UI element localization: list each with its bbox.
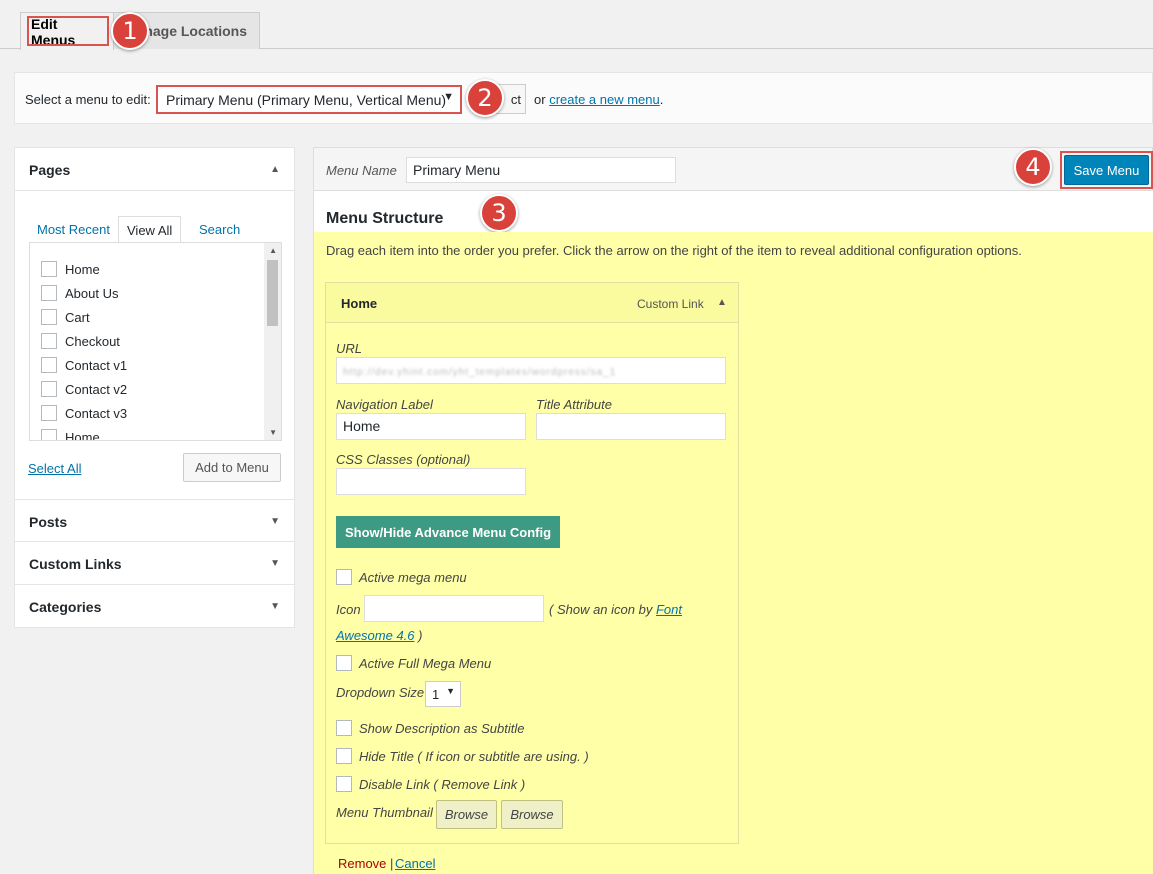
url-label: URL bbox=[336, 341, 363, 356]
browse-button-2[interactable]: Browse bbox=[501, 800, 563, 829]
font-awesome-link[interactable]: Font bbox=[656, 602, 682, 617]
period-text: . bbox=[659, 92, 664, 107]
list-item[interactable]: Contact v1 bbox=[41, 355, 127, 375]
caret-down-icon: ▼ bbox=[446, 686, 455, 696]
pages-checklist[interactable]: Home About Us Cart Checkout Contact v1 C… bbox=[29, 242, 282, 441]
triangle-up-icon[interactable]: ▲ bbox=[717, 297, 727, 308]
url-value: http://dev.yhint.com/yht_templates/wordp… bbox=[343, 367, 617, 378]
triangle-up-icon[interactable]: ▲ bbox=[270, 164, 280, 175]
css-classes-field[interactable] bbox=[336, 468, 526, 495]
dropdown-size-label: Dropdown Size bbox=[336, 685, 425, 700]
menu-item-title: Home bbox=[341, 296, 378, 311]
list-item[interactable]: Home bbox=[41, 259, 100, 279]
scroll-down-icon[interactable]: ▼ bbox=[269, 428, 277, 437]
checkbox[interactable] bbox=[41, 429, 57, 440]
tab-view-all[interactable]: View All bbox=[118, 216, 182, 243]
annotation-badge-2: 2 bbox=[466, 79, 504, 117]
create-new-menu-link[interactable]: create a new menu bbox=[549, 92, 660, 107]
disable-link-checkbox[interactable] bbox=[336, 776, 352, 792]
menu-structure-title: Menu Structure bbox=[326, 210, 444, 227]
navigation-label-field[interactable]: Home bbox=[336, 413, 526, 440]
list-item[interactable]: Home bbox=[41, 427, 100, 440]
menu-thumbnail-label: Menu Thumbnail bbox=[336, 805, 433, 820]
tab-search[interactable]: Search bbox=[191, 216, 248, 243]
caret-down-icon: ▼ bbox=[443, 91, 454, 103]
remove-link[interactable]: Remove | bbox=[338, 856, 393, 871]
checkbox[interactable] bbox=[41, 333, 57, 349]
tab-most-recent[interactable]: Most Recent bbox=[29, 216, 118, 243]
checkbox[interactable] bbox=[41, 381, 57, 397]
save-menu-button[interactable]: Save Menu bbox=[1064, 155, 1149, 185]
menu-item-type: Custom Link bbox=[637, 297, 704, 311]
active-full-mega-checkbox[interactable] bbox=[336, 655, 352, 671]
icon-field[interactable] bbox=[364, 595, 544, 622]
list-item[interactable]: About Us bbox=[41, 283, 118, 303]
annotation-badge-1: 1 bbox=[111, 12, 149, 50]
accordion-pages[interactable]: Pages ▲ bbox=[15, 148, 294, 191]
show-description-checkbox[interactable] bbox=[336, 720, 352, 736]
add-menu-items-sidebar: Pages ▲ Most Recent View All Search Home… bbox=[14, 147, 295, 628]
tab-manage-locations-label: nage Locations bbox=[144, 23, 247, 39]
show-description-label: Show Description as Subtitle bbox=[359, 721, 525, 736]
accordion-custom-links[interactable]: Custom Links ▼ bbox=[15, 542, 294, 585]
menu-name-input[interactable]: Primary Menu bbox=[406, 157, 676, 183]
active-full-mega-label: Active Full Mega Menu bbox=[359, 656, 492, 671]
select-button-label: ct bbox=[510, 92, 521, 107]
title-attribute-field[interactable] bbox=[536, 413, 726, 440]
menu-name-label: Menu Name bbox=[326, 163, 397, 178]
disable-link-label: Disable Link ( Remove Link ) bbox=[359, 777, 526, 792]
add-to-menu-button[interactable]: Add to Menu bbox=[183, 453, 281, 482]
list-item[interactable]: Cart bbox=[41, 307, 90, 327]
active-mega-menu-label: Active mega menu bbox=[359, 570, 467, 585]
icon-hint: ( Show an icon by Font bbox=[549, 602, 682, 617]
hide-title-checkbox[interactable] bbox=[336, 748, 352, 764]
scrollbar-thumb[interactable] bbox=[267, 260, 278, 326]
menu-select-bar: Select a menu to edit: Primary Menu (Pri… bbox=[14, 72, 1153, 124]
checkbox[interactable] bbox=[41, 261, 57, 277]
checkbox[interactable] bbox=[41, 285, 57, 301]
font-awesome-link-2[interactable]: Awesome 4.6 bbox=[336, 628, 415, 643]
accordion-posts[interactable]: Posts ▼ bbox=[15, 499, 294, 542]
list-item[interactable]: Contact v3 bbox=[41, 403, 127, 423]
annotation-badge-4: 4 bbox=[1014, 148, 1052, 186]
scrollbar[interactable]: ▲ ▼ bbox=[264, 243, 281, 440]
menu-instructions: Drag each item into the order you prefer… bbox=[326, 243, 1022, 258]
triangle-down-icon[interactable]: ▼ bbox=[270, 601, 280, 612]
icon-hint-cont: Awesome 4.6 ) bbox=[336, 628, 423, 643]
create-menu-text: or create a new menu. bbox=[534, 92, 663, 107]
checkbox[interactable] bbox=[41, 309, 57, 325]
triangle-down-icon[interactable]: ▼ bbox=[270, 558, 280, 569]
select-all-link[interactable]: Select All bbox=[28, 461, 81, 476]
css-classes-label: CSS Classes (optional) bbox=[336, 452, 471, 467]
url-field[interactable]: http://dev.yhint.com/yht_templates/wordp… bbox=[336, 357, 726, 384]
accordion-pages-title: Pages bbox=[29, 162, 71, 178]
hide-title-label: Hide Title ( If icon or subtitle are usi… bbox=[359, 749, 589, 764]
or-text: or bbox=[534, 92, 546, 107]
navigation-label-label: Navigation Label bbox=[336, 397, 433, 412]
menu-select-value: Primary Menu (Primary Menu, Vertical Men… bbox=[166, 92, 447, 108]
menu-select-dropdown[interactable]: Primary Menu (Primary Menu, Vertical Men… bbox=[156, 85, 462, 114]
advance-config-button[interactable]: Show/Hide Advance Menu Config bbox=[336, 516, 560, 548]
browse-button[interactable]: Browse bbox=[436, 800, 497, 829]
checkbox[interactable] bbox=[41, 405, 57, 421]
cancel-link[interactable]: Cancel bbox=[395, 856, 435, 871]
list-item[interactable]: Contact v2 bbox=[41, 379, 127, 399]
select-menu-label: Select a menu to edit: bbox=[25, 92, 151, 107]
triangle-down-icon[interactable]: ▼ bbox=[270, 516, 280, 527]
tab-highlight-box bbox=[27, 16, 109, 46]
checkbox[interactable] bbox=[41, 357, 57, 373]
list-item[interactable]: Checkout bbox=[41, 331, 120, 351]
accordion-categories[interactable]: Categories ▼ bbox=[15, 585, 294, 628]
active-mega-menu-checkbox[interactable] bbox=[336, 569, 352, 585]
dropdown-size-select[interactable]: 1 ▼ bbox=[425, 681, 461, 707]
title-attribute-label: Title Attribute bbox=[536, 397, 612, 412]
annotation-badge-3: 3 bbox=[480, 194, 518, 232]
scroll-up-icon[interactable]: ▲ bbox=[269, 246, 277, 255]
icon-label: Icon bbox=[336, 602, 361, 617]
